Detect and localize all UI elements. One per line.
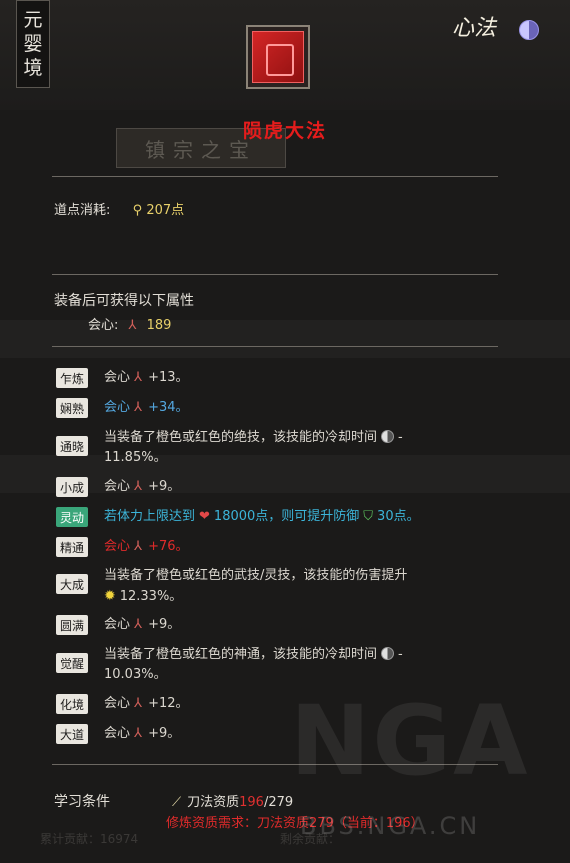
- shield-icon: ⛉: [363, 509, 374, 524]
- background-contribution: 累计贡献：16974: [40, 832, 139, 846]
- level-row: 精通 会心 ⅄ +76。: [56, 537, 526, 557]
- level-row: 通晓 当装备了橙色或红色的绝技，该技能的冷却时间 -11.85%。: [56, 428, 526, 468]
- skill-name: 陨虎大法: [242, 120, 327, 142]
- yinyang-icon[interactable]: [519, 20, 539, 40]
- attribute-stat-value: 189: [146, 318, 172, 333]
- level-row: 娴熟 会心 ⅄ +34。: [56, 398, 526, 418]
- cooldown-icon: [381, 430, 395, 443]
- cooldown-icon: [381, 647, 395, 660]
- skill-book-slot[interactable]: [246, 25, 310, 89]
- level-row: 乍炼 会心 ⅄ +13。: [56, 368, 526, 388]
- sun-icon: ✹: [104, 588, 116, 604]
- divider: [52, 176, 498, 177]
- cost-label: 道点消耗:: [54, 203, 111, 218]
- level-label: 觉醒: [56, 653, 88, 673]
- red-book-icon: [252, 31, 304, 83]
- realm-tag: 元 婴 境: [16, 0, 50, 88]
- level-row: 灵动 若体力上限达到 ❤ 18000点，则可提升防御 ⛉ 30点。: [56, 507, 526, 527]
- backdrop-band: [0, 320, 570, 358]
- realm-char: 婴: [23, 33, 43, 55]
- heart-icon: ❤: [199, 509, 210, 524]
- level-text: 当装备了橙色或红色的神通，该技能的冷却时间 -10.03%。: [104, 647, 403, 682]
- level-text: 会心 ⅄ +34。: [104, 400, 189, 415]
- level-text: 当装备了橙色或红色的绝技，该技能的冷却时间 -11.85%。: [104, 430, 403, 465]
- realm-char: 境: [23, 57, 43, 79]
- level-label: 通晓: [56, 436, 88, 456]
- level-text: 会心 ⅄ +13。: [104, 370, 189, 385]
- level-text: 会心 ⅄ +76。: [104, 539, 189, 554]
- level-label: 乍炼: [56, 368, 88, 388]
- crit-icon: ⅄: [134, 370, 143, 385]
- crit-icon: ⅄: [134, 726, 143, 741]
- cost-value: 207点: [146, 203, 185, 218]
- level-text: 若体力上限达到 ❤ 18000点，则可提升防御 ⛉ 30点。: [104, 509, 420, 524]
- realm-char: 元: [23, 9, 43, 31]
- level-label: 精通: [56, 537, 88, 557]
- level-row: 大成 当装备了橙色或红色的武技/灵技，该技能的伤害提升 ✹ 12.33%。: [56, 566, 526, 607]
- watermark-url: BBS.NGA.CN: [300, 812, 481, 840]
- divider: [52, 274, 498, 275]
- level-label: 小成: [56, 477, 88, 497]
- crit-icon: ⅄: [134, 539, 143, 554]
- level-label: 灵动: [56, 507, 88, 527]
- nga-watermark-logo: NGA: [290, 685, 530, 797]
- requirement-value: ⟋ 刀法资质196/279: [172, 795, 294, 810]
- level-label: 圆满: [56, 615, 88, 635]
- level-row: 圆满 会心 ⅄ +9。: [56, 615, 526, 635]
- requirement-label: 学习条件: [54, 794, 110, 810]
- crit-icon: ⅄: [134, 617, 143, 632]
- level-label: 大成: [56, 574, 88, 594]
- crit-icon: ⅄: [134, 479, 143, 494]
- crit-icon: ⅄: [134, 400, 143, 415]
- level-label: 大道: [56, 724, 88, 744]
- attribute-stat-label: 会心:: [88, 318, 119, 333]
- crit-icon: ⅄: [134, 696, 143, 711]
- dao-point-icon: ⚲: [132, 203, 143, 218]
- level-row: 小成 会心 ⅄ +9。: [56, 477, 526, 497]
- crit-icon: ⅄: [128, 318, 137, 333]
- level-label: 化境: [56, 694, 88, 714]
- level-text: 当装备了橙色或红色的武技/灵技，该技能的伤害提升 ✹ 12.33%。: [104, 568, 408, 604]
- divider: [52, 346, 498, 347]
- level-text: 会心 ⅄ +9。: [104, 479, 181, 494]
- level-label: 娴熟: [56, 398, 88, 418]
- page-title: 心法: [452, 16, 497, 41]
- level-text: 会心 ⅄ +9。: [104, 617, 181, 632]
- blade-icon: ⟋: [172, 795, 182, 810]
- attribute-stat-row: 会心: ⅄ 189: [88, 314, 171, 333]
- attributes-heading: 装备后可获得以下属性: [54, 293, 194, 309]
- cost-row: 道点消耗: ⚲ 207点: [54, 199, 184, 218]
- level-row: 觉醒 当装备了橙色或红色的神通，该技能的冷却时间 -10.03%。: [56, 645, 526, 685]
